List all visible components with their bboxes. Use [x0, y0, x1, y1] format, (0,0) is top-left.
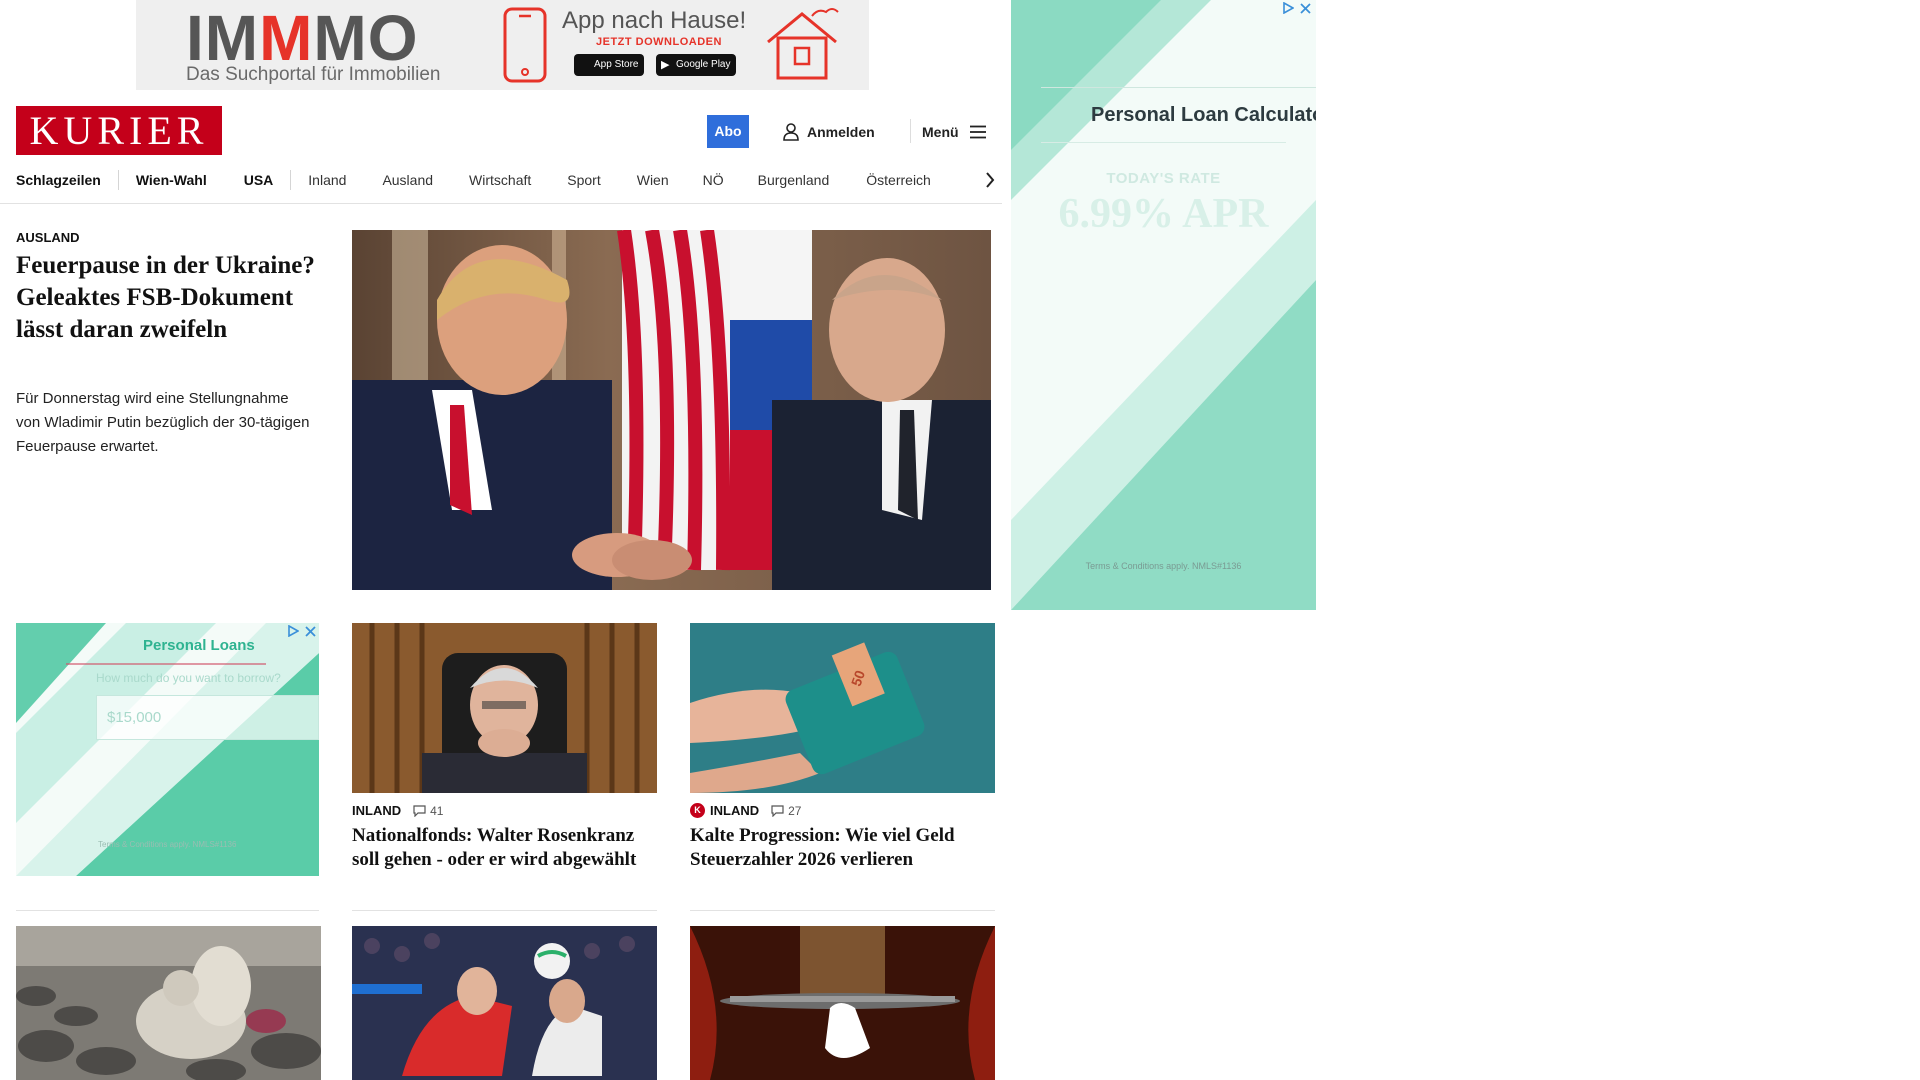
ad-left-question: How much do you want to borrow? [96, 671, 281, 685]
comment-icon [413, 804, 426, 817]
ad-left-terms: Terms & Conditions apply. NMLS#1136 [98, 840, 237, 849]
close-icon[interactable] [1300, 2, 1311, 14]
ad-right-rate: 6.99% APR [1058, 191, 1269, 237]
lead-kicker[interactable]: AUSLAND [16, 230, 80, 245]
top-banner-ad[interactable]: IMMMO Das Suchportal für Immobilien App … [136, 0, 869, 90]
header-divider [910, 119, 911, 143]
nav-item-inland[interactable]: Inland [308, 172, 346, 188]
nav-item-wien-wahl[interactable]: Wien-Wahl [136, 172, 207, 188]
nav-item-sport[interactable]: Sport [567, 172, 600, 188]
row-divider [352, 910, 657, 911]
chevron-right-icon [986, 172, 995, 188]
article-card[interactable]: 50 K INLAND 27 Kalte Progression: Wie vi… [690, 623, 995, 872]
nav-item-wien[interactable]: Wien [637, 172, 669, 188]
handshake-photo [352, 230, 991, 590]
nav-divider-line [0, 203, 1002, 204]
ad-background-graphic [16, 623, 319, 876]
article-image[interactable] [352, 926, 657, 1080]
article-image[interactable] [352, 623, 657, 793]
banner-headline: App nach Hause! [562, 7, 747, 34]
immmo-tagline: Das Suchportal für Immobilien [186, 64, 441, 85]
wallet-photo: 50 [690, 623, 995, 793]
house-icon [767, 8, 839, 80]
adchoices-icon[interactable] [1283, 2, 1294, 14]
article-image[interactable]: 50 [690, 623, 995, 793]
phone-icon [503, 7, 547, 83]
row-divider [690, 910, 995, 911]
login-button[interactable]: Anmelden [783, 115, 875, 148]
article-kicker-label: INLAND [710, 803, 760, 818]
comment-count-value: 41 [430, 803, 444, 818]
nav-item-wirtschaft[interactable]: Wirtschaft [469, 172, 531, 188]
banner-cta[interactable]: JETZT DOWNLOADEN [596, 36, 722, 48]
nav-divider [117, 170, 119, 190]
ad-right-rate-label: TODAY'S RATE [1106, 170, 1221, 187]
abo-button[interactable]: Abo [707, 115, 749, 148]
loan-calculator-ad[interactable]: Personal Loan Calculato TODAY'S RATE 6.9… [1011, 0, 1316, 610]
immmo-logo: IMMMO [186, 6, 419, 70]
angel-statue-photo [16, 926, 321, 1080]
ad-right-divider [1041, 87, 1316, 88]
ad-right-terms: Terms & Conditions apply. NMLS#1136 [1085, 561, 1242, 571]
login-label: Anmelden [807, 123, 875, 140]
comment-count[interactable]: 41 [413, 804, 443, 818]
nav-item-ausland[interactable]: Ausland [382, 172, 433, 188]
ad-controls[interactable] [1283, 2, 1311, 14]
close-icon[interactable] [305, 625, 316, 637]
ad-background-graphic [1011, 0, 1316, 610]
kurier-plus-icon: K [690, 803, 705, 818]
article-card[interactable]: INLAND 41 Nationalfonds: Walter Rosenkra… [352, 623, 657, 872]
comment-icon [771, 804, 784, 817]
comment-count[interactable]: 27 [771, 804, 801, 818]
hamburger-icon [969, 125, 986, 138]
lead-teaser[interactable]: Für Donnerstag wird eine Stellungnahme v… [16, 387, 316, 459]
nav-scroll-right[interactable] [985, 166, 995, 194]
waiter-tray-photo [690, 926, 995, 1080]
ad-left-underline [66, 663, 266, 665]
app-store-button[interactable]: App Store [574, 54, 645, 76]
nav-item-oesterreich[interactable]: Österreich [866, 172, 931, 188]
rosenkranz-photo [352, 623, 657, 793]
article-meta: K INLAND 27 [690, 803, 995, 818]
nav-item-usa[interactable]: USA [244, 172, 274, 188]
article-kicker-label: INLAND [352, 803, 402, 818]
row-divider [16, 910, 319, 911]
kurier-logo[interactable]: KURIER [16, 106, 222, 155]
ad-controls[interactable] [288, 625, 316, 637]
app-store-label: App Store [594, 59, 639, 70]
section-nav: Schlagzeilen Wien-Wahl USA Inland Auslan… [16, 166, 996, 194]
article-title[interactable]: Nationalfonds: Walter Rosenkranz soll ge… [352, 824, 657, 872]
menu-button[interactable]: Menü [922, 115, 987, 148]
lead-headline[interactable]: Feuerpause in der Ukraine? Geleaktes FSB… [16, 250, 316, 346]
article-kicker[interactable]: K INLAND [690, 803, 759, 818]
nav-item-schlagzeilen[interactable]: Schlagzeilen [16, 172, 101, 188]
football-photo [352, 926, 657, 1080]
user-icon [783, 122, 799, 141]
nav-item-burgenland[interactable]: Burgenland [758, 172, 830, 188]
adchoices-icon[interactable] [288, 625, 299, 637]
ad-right-divider [1041, 142, 1286, 143]
article-title[interactable]: Kalte Progression: Wie viel Geld Steuerz… [690, 824, 995, 872]
nav-divider [290, 170, 292, 190]
nav-item-noe[interactable]: NÖ [703, 172, 724, 188]
article-kicker[interactable]: INLAND [352, 803, 401, 818]
play-icon: ▶ [661, 59, 670, 71]
google-play-label: Google Play [676, 59, 731, 70]
ad-left-title: Personal Loans [143, 637, 255, 654]
article-image[interactable] [690, 926, 995, 1080]
comment-count-value: 27 [788, 803, 802, 818]
ad-right-title: Personal Loan Calculato [1091, 104, 1316, 126]
lead-image[interactable] [352, 230, 991, 590]
personal-loans-ad[interactable]: Personal Loans How much do you want to b… [16, 623, 319, 876]
google-play-button[interactable]: ▶ Google Play [656, 54, 737, 76]
loan-amount-input[interactable]: $15,000 [96, 695, 319, 740]
article-image[interactable] [16, 926, 321, 1080]
article-meta: INLAND 41 [352, 803, 657, 818]
menu-label: Menü [922, 123, 959, 140]
